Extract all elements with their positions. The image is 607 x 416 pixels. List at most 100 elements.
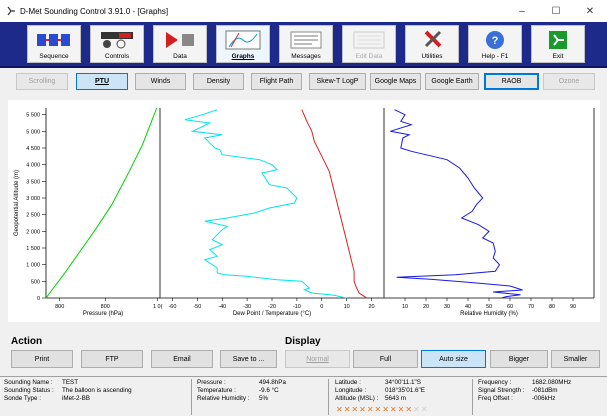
series-line (301, 109, 367, 299)
sequence-icon (34, 29, 74, 51)
edit-data-button[interactable]: Edit Data (342, 25, 396, 63)
y-tick-label: 3 000 (26, 196, 40, 202)
graphs-button[interactable]: Graphs (216, 25, 270, 63)
signal-bar: ✕ (336, 405, 343, 414)
svg-text:?: ? (492, 35, 499, 47)
humidity-value: 5% (259, 395, 269, 402)
y-tick-label: 1 000 (26, 263, 40, 269)
latitude-value: 34°00'11.1"S (385, 379, 421, 386)
y-tick-label: 1 500 (26, 246, 40, 252)
save-to-button[interactable]: Save to ... (220, 350, 277, 368)
tab-google-maps[interactable]: Google Maps (370, 73, 421, 90)
exit-button[interactable]: Exit (531, 25, 585, 63)
x-tick-label: 20 (423, 304, 429, 310)
ptu-chart: Geopotential Altitude (m)05001 0001 5002… (14, 107, 595, 317)
ptu-info: Pressure :494.8hPa Temperature : -9.6 °C … (195, 379, 329, 415)
pressure-value: 494.8hPa (259, 379, 286, 386)
tab-density[interactable]: Density (193, 73, 244, 90)
edit-data-icon (349, 29, 389, 51)
x-axis-label: Dew Point / Temperature (°C) (233, 311, 311, 317)
y-tick-label: 5 000 (26, 129, 40, 135)
utilities-icon (412, 29, 452, 51)
normal-button[interactable]: Normal (285, 350, 350, 368)
tab-winds[interactable]: Winds (135, 73, 186, 90)
signal-bar: ✕ (389, 405, 397, 414)
altitude-value: 5643 m (385, 395, 407, 402)
y-tick-label: 0 (37, 296, 40, 302)
minimize-button[interactable]: – (505, 0, 539, 22)
y-tick-label: 500 (31, 279, 40, 285)
signal-bar: ✕ (397, 405, 405, 414)
radio-info: Frequency :1682.080MHz Signal Strength :… (478, 379, 572, 402)
data-button[interactable]: Data (153, 25, 207, 63)
tab-google-earth[interactable]: Google Earth (425, 73, 479, 90)
close-button[interactable]: ✕ (573, 0, 607, 22)
signal-bar: ✕ (359, 405, 366, 414)
messages-button[interactable]: Messages (279, 25, 333, 63)
y-tick-label: 3 500 (26, 179, 40, 185)
signal-value: -081dBm (532, 387, 558, 394)
x-tick-label: 70 (528, 304, 534, 310)
y-axis-label: Geopotential Altitude (m) (14, 170, 20, 236)
series-line (390, 109, 523, 299)
x-tick-label: 90 (570, 304, 576, 310)
y-tick-label: 4 500 (26, 146, 40, 152)
x-tick-label: 60 (507, 304, 513, 310)
x-tick-label: 20 (368, 304, 374, 310)
display-title: Display (285, 336, 321, 347)
controls-button[interactable]: Controls (90, 25, 144, 63)
main-toolbar: Sequence Controls Data Graphs Messages E… (0, 22, 607, 68)
x-tick-label: 0 (320, 304, 323, 310)
data-icon (160, 29, 200, 51)
help-icon: ? (475, 29, 515, 51)
temperature-value: -9.6 °C (259, 387, 279, 394)
x-axis-label: Relative Humidity (%) (460, 311, 518, 317)
maximize-button[interactable]: ☐ (539, 0, 573, 22)
smaller-button[interactable]: Smaller (551, 350, 600, 368)
app-icon (6, 6, 16, 16)
series-line (184, 109, 347, 299)
x-tick-label: -20 (268, 304, 276, 310)
x-tick-label: 10 (402, 304, 408, 310)
tab-ptu[interactable]: PTU (76, 73, 128, 90)
tab-skew-t-logp[interactable]: Skew-T LogP (309, 73, 366, 90)
signal-bar: ✕ (382, 405, 389, 414)
x-tick-label: 10 (344, 304, 350, 310)
x-tick-label: 800 (101, 304, 110, 310)
signal-bar: ✕ (405, 405, 413, 414)
x-tick-label: -40 (218, 304, 226, 310)
x-tick-label: -60 (168, 304, 176, 310)
x-tick-label: 50 (486, 304, 492, 310)
full-button[interactable]: Full (353, 350, 418, 368)
utilities-button[interactable]: Utilities (405, 25, 459, 63)
window-title: D-Met Sounding Control 3.91.0 - [Graphs] (20, 6, 169, 16)
tab-flight-path[interactable]: Flight Path (251, 73, 302, 90)
x-tick-label: 80 (549, 304, 555, 310)
sequence-button[interactable]: Sequence (27, 25, 81, 63)
freq-offset-value: -006kHz (532, 395, 556, 402)
longitude-value: 018°35'01.6"E (385, 387, 425, 394)
y-tick-label: 5 500 (26, 113, 40, 119)
auto-size-button[interactable]: Auto size (421, 350, 486, 368)
signal-bar: ✕ (413, 405, 420, 414)
email-button[interactable]: Email (151, 350, 213, 368)
signal-bar: ✕ (351, 405, 359, 414)
signal-bar: ✕ (366, 405, 374, 414)
sounding-name-value: TEST (62, 379, 79, 386)
ftp-button[interactable]: FTP (81, 350, 143, 368)
signal-bar: ✕ (343, 405, 351, 414)
title-bar: D-Met Sounding Control 3.91.0 - [Graphs]… (0, 0, 607, 22)
x-tick-label: -10 (293, 304, 301, 310)
help-button[interactable]: ? Help - F1 (468, 25, 522, 63)
controls-icon (97, 29, 137, 51)
x-tick-label: -50 (193, 304, 201, 310)
tab-scrolling[interactable]: Scrolling (16, 73, 68, 90)
tab-ozone[interactable]: Ozone (543, 73, 595, 90)
tab-raob[interactable]: RAOB (484, 73, 539, 90)
sounding-info: Sounding Name : TEST Sounding Status : The… (2, 379, 192, 415)
y-tick-label: 2 500 (26, 213, 40, 219)
bigger-button[interactable]: Bigger (490, 350, 548, 368)
x-tick-label: 1 0( (153, 304, 163, 310)
print-button[interactable]: Print (11, 350, 73, 368)
frequency-value: 1682.080MHz (532, 379, 572, 386)
